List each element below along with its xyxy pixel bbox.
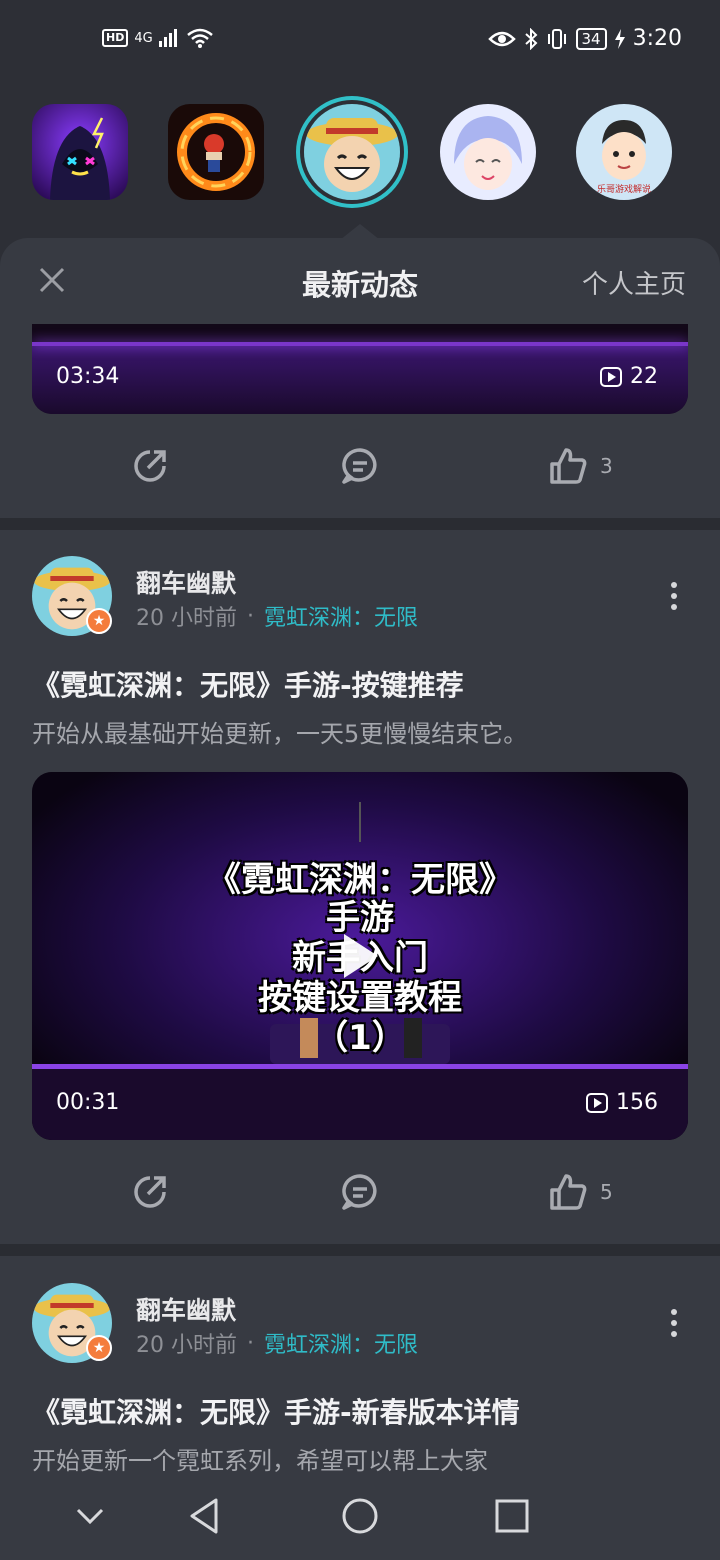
status-bar: HD 4G 34 3:20	[0, 0, 720, 84]
post-card[interactable]: ★ 翻车幽默 20 小时前 · 霓虹深渊：无限 《霓虹深渊：无限》手游-按键推荐…	[0, 556, 720, 1236]
like-count: 5	[600, 1180, 613, 1204]
vibrate-icon	[547, 28, 566, 49]
avatar-anime-boy[interactable]	[440, 104, 536, 200]
charging-icon	[614, 28, 625, 49]
meta-separator: ·	[247, 1330, 254, 1356]
thumbs-up-icon	[550, 1174, 587, 1210]
chevron-down-icon[interactable]	[68, 1494, 112, 1538]
like-button[interactable]: 3	[548, 436, 613, 496]
overlay-line: 按键设置教程	[258, 978, 462, 1018]
profile-link[interactable]: 个人主页	[582, 264, 686, 301]
comment-icon	[342, 448, 377, 484]
view-count: 22	[630, 364, 658, 389]
post-actions: 5	[0, 1162, 720, 1222]
eye-icon	[487, 31, 516, 46]
post-title[interactable]: 《霓虹深渊：无限》手游-新春版本详情	[32, 1391, 520, 1431]
overlay-line: （1）	[314, 1018, 406, 1058]
avatar-neon-hacker[interactable]	[32, 104, 128, 200]
avatar-fire-ring[interactable]	[168, 104, 264, 200]
divider	[0, 518, 720, 530]
comment-icon	[342, 1174, 377, 1210]
post-title[interactable]: 《霓虹深渊：无限》手游-按键推荐	[32, 664, 464, 704]
video-duration: 00:31	[56, 1090, 120, 1115]
post-meta: 20 小时前 · 霓虹深渊：无限	[136, 600, 418, 632]
sheet-header: 最新动态 个人主页	[0, 238, 720, 328]
hd-indicator: HD	[102, 29, 129, 47]
post-meta: 20 小时前 · 霓虹深渊：无限	[136, 1327, 418, 1359]
play-count-icon	[586, 1092, 608, 1113]
post-actions: 3	[0, 436, 720, 496]
status-left: HD 4G	[102, 28, 213, 48]
share-icon	[134, 1176, 166, 1208]
followed-avatars-row: 乐哥游戏解说	[0, 96, 720, 216]
avatar-caption: 乐哥游戏解说	[597, 183, 651, 195]
share-button[interactable]	[130, 436, 170, 496]
video-thumbnail[interactable]: 《霓虹深渊：无限》 手游 新手入门 按键设置教程 （1） 00:31 156	[32, 772, 688, 1140]
more-options-icon[interactable]	[670, 1309, 678, 1339]
verified-badge-icon: ★	[86, 608, 112, 634]
author-name[interactable]: 翻车幽默	[136, 1291, 236, 1327]
system-nav-bar	[0, 1476, 720, 1560]
comment-button[interactable]	[340, 436, 380, 496]
video-duration: 03:34	[56, 364, 120, 389]
view-count: 156	[616, 1090, 658, 1115]
meta-separator: ·	[247, 603, 254, 629]
post-time: 20 小时前	[136, 606, 237, 631]
overlay-line: 《霓虹深渊：无限》	[207, 860, 513, 900]
battery-level: 34	[575, 27, 607, 50]
author-name[interactable]: 翻车幽默	[136, 564, 236, 600]
game-tag[interactable]: 霓虹深渊：无限	[264, 1327, 418, 1359]
post-card[interactable]: ★ 翻车幽默 20 小时前 · 霓虹深渊：无限 《霓虹深渊：无限》手游-新春版本…	[0, 1283, 720, 1483]
back-icon[interactable]	[184, 1494, 228, 1538]
video-views: 22	[600, 364, 658, 389]
video-thumbnail-top[interactable]: 03:34 22	[32, 324, 688, 414]
recents-icon[interactable]	[490, 1494, 534, 1538]
wifi-icon	[186, 28, 213, 48]
like-count: 3	[600, 454, 613, 478]
share-button[interactable]	[130, 1162, 170, 1222]
home-icon[interactable]	[338, 1494, 382, 1538]
comment-button[interactable]	[340, 1162, 380, 1222]
avatar-cartoon-man[interactable]: 乐哥游戏解说	[576, 104, 672, 200]
overlay-line: 手游	[326, 898, 394, 938]
like-button[interactable]: 5	[548, 1162, 613, 1222]
thumbs-up-icon	[550, 448, 587, 484]
post-body: 开始从最基础开始更新，一天5更慢慢结束它。	[32, 720, 528, 748]
share-icon	[134, 450, 166, 482]
game-tag[interactable]: 霓虹深渊：无限	[264, 600, 418, 632]
bluetooth-icon	[524, 27, 537, 50]
activity-sheet: 最新动态 个人主页 03:34 22 3 ★ 翻车幽默 20 小时前 · 霓虹深…	[0, 238, 720, 1560]
post-time: 20 小时前	[136, 1333, 237, 1358]
video-views: 156	[586, 1090, 658, 1115]
divider	[0, 1244, 720, 1256]
verified-badge-icon: ★	[86, 1335, 112, 1361]
network-type: 4G	[134, 30, 153, 46]
clock: 3:20	[632, 26, 682, 51]
avatar-straw-hat[interactable]	[304, 104, 400, 200]
more-options-icon[interactable]	[670, 582, 678, 612]
play-count-icon	[600, 366, 622, 387]
post-body: 开始更新一个霓虹系列，希望可以帮上大家	[32, 1447, 488, 1475]
signal-icon	[158, 29, 177, 47]
status-right: 34 3:20	[487, 26, 682, 51]
play-icon[interactable]	[344, 934, 378, 978]
